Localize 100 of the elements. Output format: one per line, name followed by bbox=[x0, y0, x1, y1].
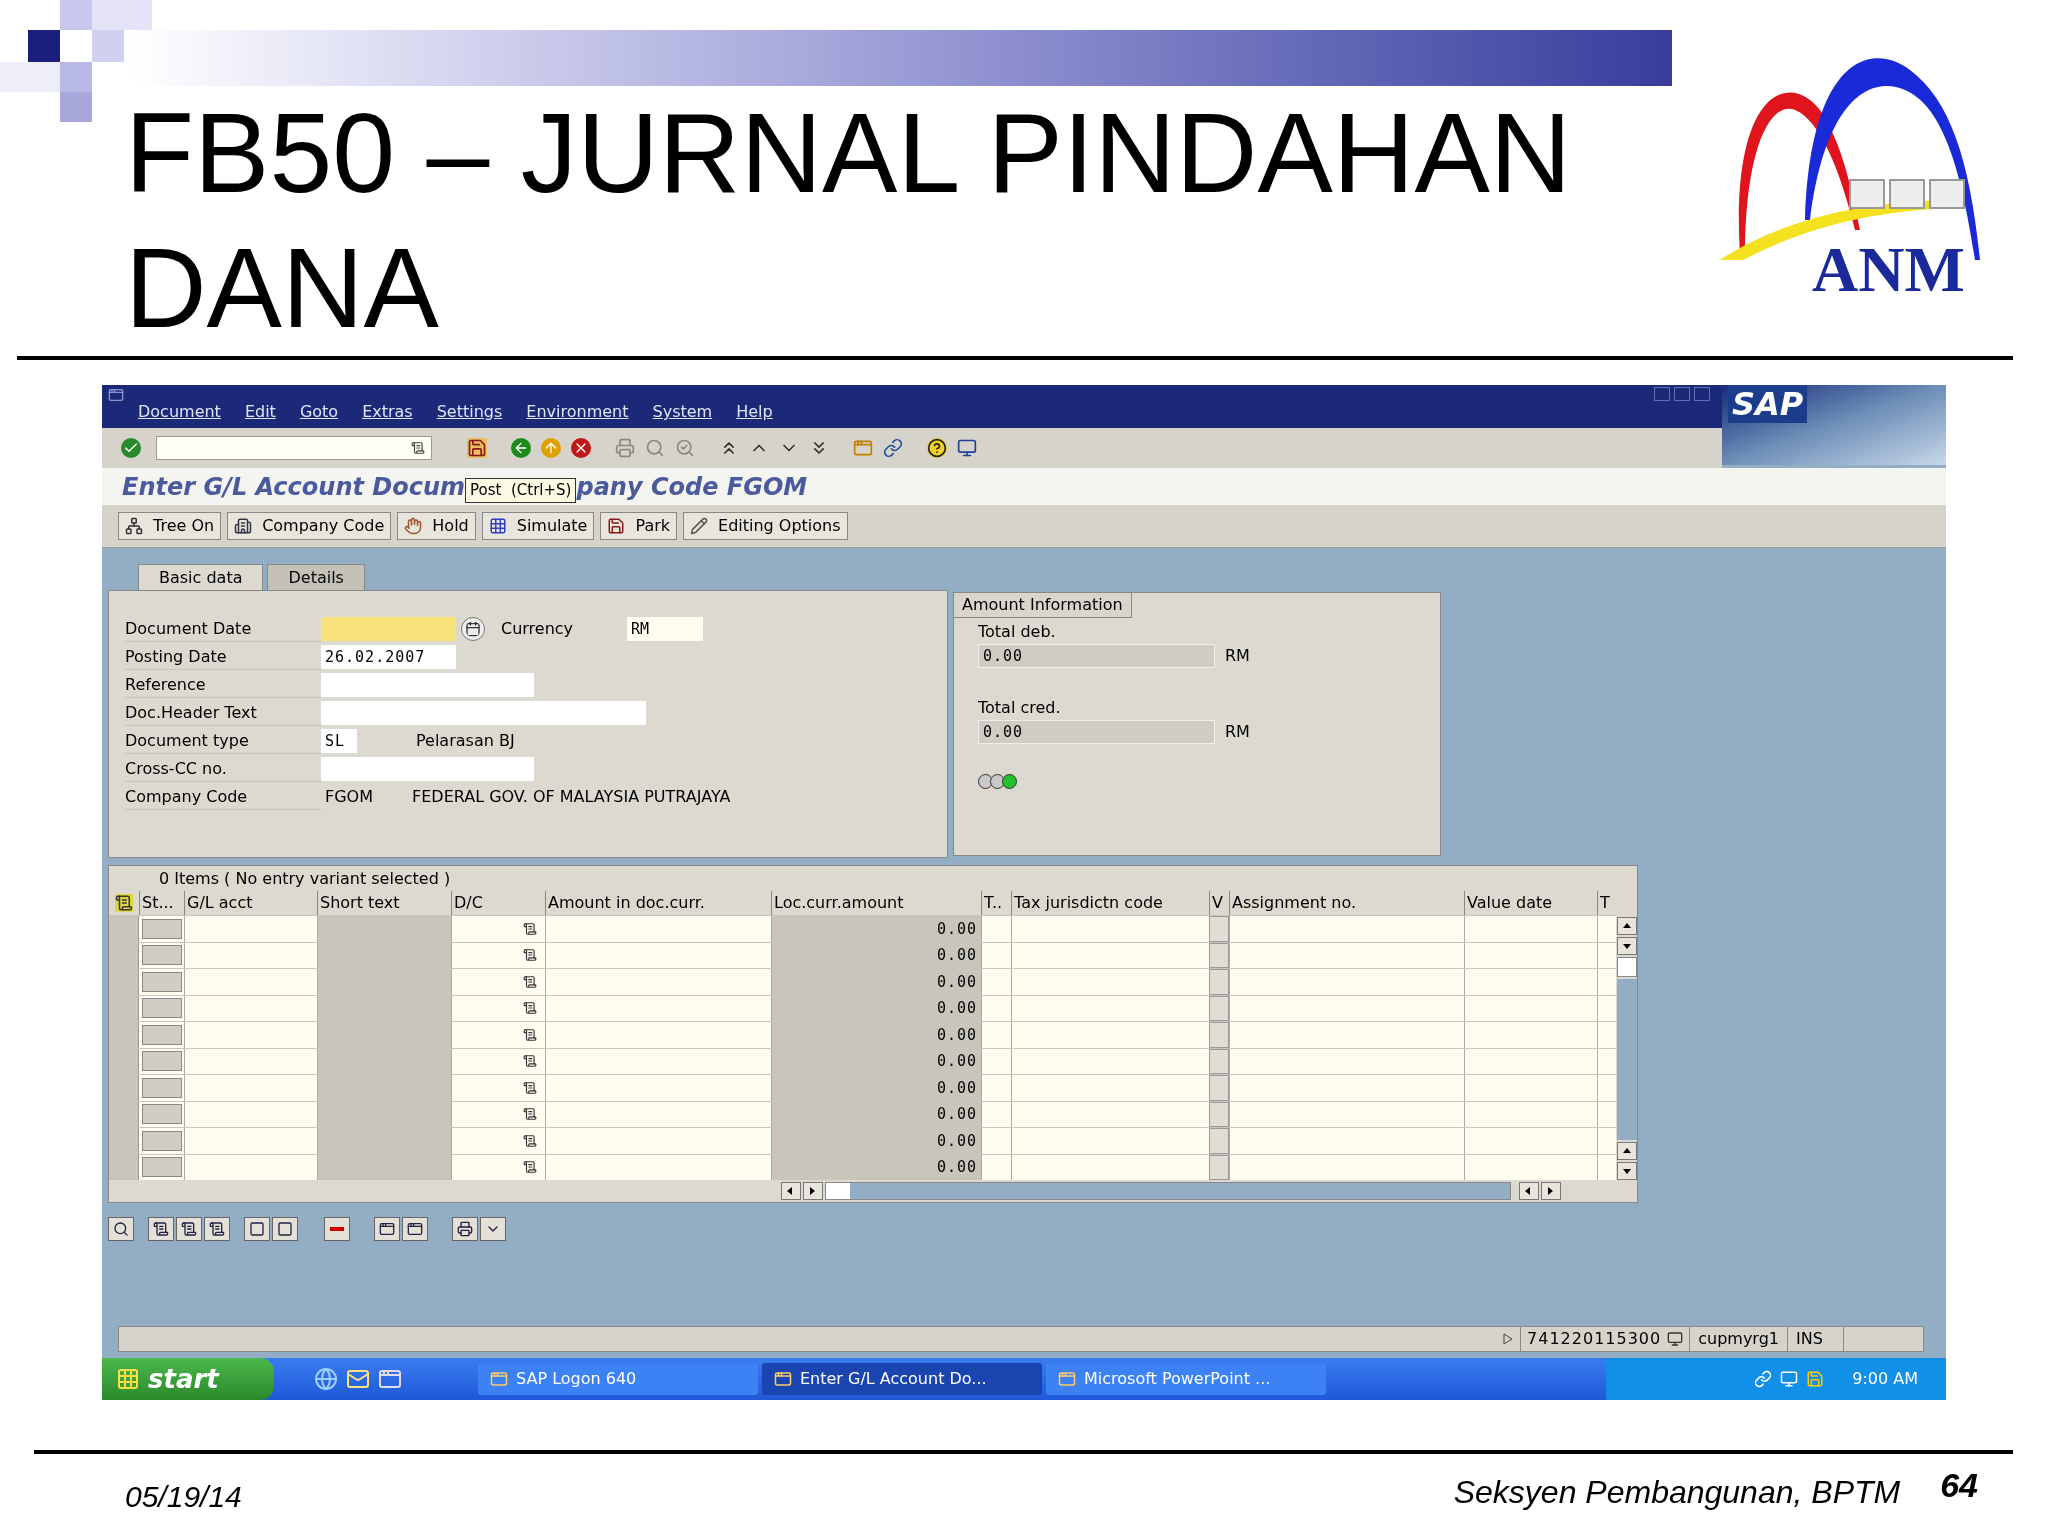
table-cell[interactable] bbox=[1464, 1075, 1597, 1101]
table-tool-button[interactable] bbox=[452, 1217, 478, 1241]
mail-icon[interactable] bbox=[346, 1367, 370, 1391]
column-header[interactable]: D/C bbox=[451, 891, 545, 915]
table-cell[interactable] bbox=[451, 916, 545, 942]
table-cell[interactable] bbox=[1464, 1128, 1597, 1154]
row-selector[interactable] bbox=[109, 1154, 139, 1180]
table-cell[interactable] bbox=[1011, 969, 1209, 995]
table-tool-button[interactable] bbox=[244, 1217, 270, 1241]
table-cell[interactable] bbox=[1597, 916, 1616, 942]
scroll-thumb[interactable] bbox=[1616, 957, 1637, 977]
column-header[interactable]: T.. bbox=[981, 891, 1011, 915]
table-cell[interactable] bbox=[1597, 1022, 1616, 1048]
table-cell[interactable] bbox=[1597, 1075, 1616, 1101]
table-cell[interactable] bbox=[1597, 969, 1616, 995]
table-cell[interactable] bbox=[1011, 1154, 1209, 1180]
table-cell[interactable] bbox=[1229, 969, 1464, 995]
table-cell[interactable] bbox=[981, 942, 1011, 968]
toolbar-button[interactable]: Park bbox=[600, 512, 678, 540]
tab[interactable]: Details bbox=[267, 564, 365, 590]
scroll-button[interactable] bbox=[1541, 1182, 1561, 1200]
table-cell[interactable] bbox=[1229, 1048, 1464, 1074]
toolbar-button[interactable]: Simulate bbox=[481, 512, 595, 540]
table-cell[interactable] bbox=[451, 969, 545, 995]
table-cell[interactable] bbox=[545, 995, 771, 1021]
input-field[interactable]: RM bbox=[627, 617, 703, 641]
status-button[interactable] bbox=[141, 971, 182, 992]
table-tool-button[interactable] bbox=[204, 1217, 230, 1241]
table-cell[interactable] bbox=[1597, 942, 1616, 968]
table-cell[interactable] bbox=[184, 1101, 317, 1127]
table-cell[interactable] bbox=[1229, 1075, 1464, 1101]
checkbox-cell[interactable] bbox=[1209, 1101, 1229, 1127]
menu-item[interactable]: Extras bbox=[362, 400, 413, 424]
status-button[interactable] bbox=[141, 1024, 182, 1045]
column-header[interactable]: Short text bbox=[317, 891, 451, 915]
command-field[interactable] bbox=[156, 436, 432, 460]
table-cell[interactable] bbox=[1464, 969, 1597, 995]
table-cell[interactable] bbox=[451, 995, 545, 1021]
table-cell[interactable] bbox=[1597, 1154, 1616, 1180]
table-cell[interactable] bbox=[184, 995, 317, 1021]
checkbox-cell[interactable] bbox=[1209, 916, 1229, 942]
column-header[interactable]: St... bbox=[139, 891, 184, 915]
table-cell[interactable] bbox=[545, 1075, 771, 1101]
table-cell[interactable] bbox=[545, 1022, 771, 1048]
status-button[interactable] bbox=[141, 998, 182, 1019]
scroll-button[interactable] bbox=[1616, 937, 1637, 955]
table-cell[interactable] bbox=[981, 1154, 1011, 1180]
table-cell[interactable] bbox=[1464, 942, 1597, 968]
menu-item[interactable]: Goto bbox=[299, 400, 339, 424]
input-field[interactable] bbox=[321, 617, 456, 641]
table-tool-button[interactable] bbox=[374, 1217, 400, 1241]
taskbar-task[interactable]: Microsoft PowerPoint ... bbox=[1046, 1363, 1326, 1395]
checkbox-cell[interactable] bbox=[1209, 1048, 1229, 1074]
table-cell[interactable] bbox=[1597, 1048, 1616, 1074]
expand-icon[interactable] bbox=[1502, 1332, 1515, 1346]
table-cell[interactable] bbox=[545, 969, 771, 995]
table-cell[interactable] bbox=[184, 942, 317, 968]
table-cell[interactable] bbox=[1229, 1128, 1464, 1154]
table-cell[interactable] bbox=[1229, 942, 1464, 968]
menu-item[interactable]: Help bbox=[736, 400, 773, 424]
menu-item[interactable]: System bbox=[652, 400, 713, 424]
table-cell[interactable] bbox=[451, 1128, 545, 1154]
status-button[interactable] bbox=[141, 1104, 182, 1125]
table-cell[interactable] bbox=[451, 1048, 545, 1074]
status-button[interactable] bbox=[141, 1130, 182, 1151]
column-header[interactable]: Tax jurisdictn code bbox=[1011, 891, 1209, 915]
table-cell[interactable] bbox=[1011, 1048, 1209, 1074]
table-tool-button[interactable] bbox=[272, 1217, 298, 1241]
column-header[interactable]: V bbox=[1209, 891, 1229, 915]
table-cell[interactable] bbox=[451, 942, 545, 968]
table-cell[interactable] bbox=[981, 1022, 1011, 1048]
browser-icon[interactable] bbox=[314, 1367, 338, 1391]
scroll-button[interactable] bbox=[1616, 917, 1637, 935]
table-cell[interactable] bbox=[1229, 1101, 1464, 1127]
table-cell[interactable] bbox=[1229, 916, 1464, 942]
checkbox-cell[interactable] bbox=[1209, 1075, 1229, 1101]
table-cell[interactable] bbox=[184, 1154, 317, 1180]
table-cell[interactable] bbox=[981, 969, 1011, 995]
table-cell[interactable] bbox=[1597, 995, 1616, 1021]
checkbox-cell[interactable] bbox=[1209, 1128, 1229, 1154]
table-cell[interactable] bbox=[1464, 916, 1597, 942]
taskbar-task[interactable]: Enter G/L Account Do... bbox=[762, 1363, 1042, 1395]
table-cell[interactable] bbox=[451, 1101, 545, 1127]
toolbar-button[interactable]: Editing Options bbox=[683, 512, 848, 540]
table-cell[interactable] bbox=[1464, 1101, 1597, 1127]
table-cell[interactable] bbox=[1597, 1128, 1616, 1154]
table-cell[interactable] bbox=[545, 1128, 771, 1154]
link-icon[interactable] bbox=[1754, 1370, 1773, 1388]
table-tool-button[interactable] bbox=[402, 1217, 428, 1241]
status-button[interactable] bbox=[141, 945, 182, 966]
table-cell[interactable] bbox=[981, 1075, 1011, 1101]
menu-item[interactable]: Settings bbox=[436, 400, 503, 424]
scroll-button[interactable] bbox=[803, 1182, 823, 1200]
toolbar-button[interactable]: Tree On bbox=[118, 512, 222, 540]
checkbox-cell[interactable] bbox=[1209, 1022, 1229, 1048]
table-cell[interactable] bbox=[184, 1048, 317, 1074]
table-cell[interactable] bbox=[1011, 1022, 1209, 1048]
column-header[interactable]: Value date bbox=[1464, 891, 1597, 915]
table-cell[interactable] bbox=[1464, 1022, 1597, 1048]
calendar-icon[interactable] bbox=[461, 617, 485, 641]
